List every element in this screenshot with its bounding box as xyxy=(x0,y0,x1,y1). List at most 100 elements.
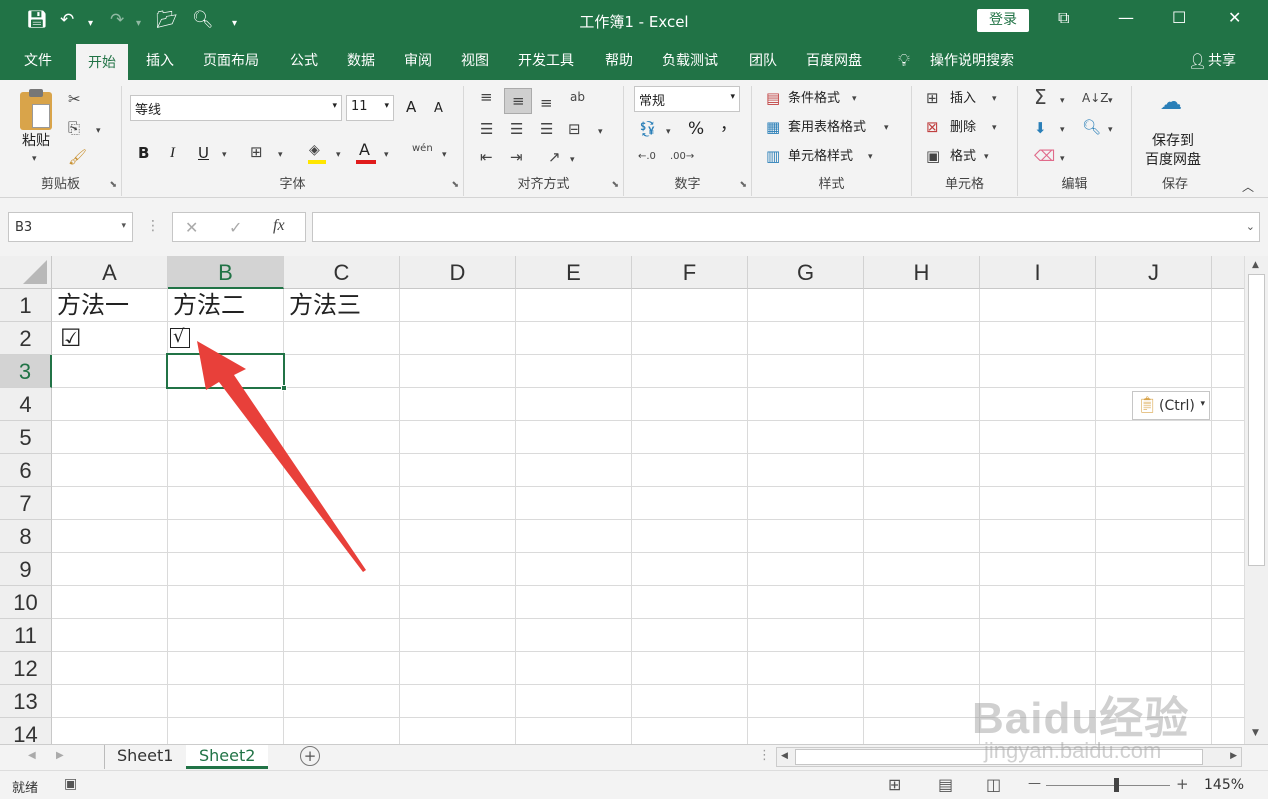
format-dropdown-icon[interactable]: ▾ xyxy=(984,148,989,166)
zoom-slider-thumb[interactable] xyxy=(1114,778,1119,792)
tab-file[interactable]: 文件 xyxy=(22,42,54,80)
orientation-dropdown-icon[interactable]: ▾ xyxy=(570,151,575,169)
underline-dropdown-icon[interactable]: ▾ xyxy=(222,146,227,164)
font-color-icon[interactable]: A xyxy=(356,140,376,164)
insert-cells-button[interactable]: 插入 xyxy=(950,90,976,108)
font-size-combo[interactable]: 11 ▾ xyxy=(346,95,394,121)
font-name-combo[interactable]: 等线 ▾ xyxy=(130,95,342,121)
page-break-view-icon[interactable]: ◫ xyxy=(986,775,1001,794)
zoom-out-button[interactable]: — xyxy=(1028,776,1041,791)
align-center-icon[interactable]: ☰ xyxy=(510,120,523,138)
underline-button[interactable]: U xyxy=(198,144,209,162)
font-color-dropdown-icon[interactable]: ▾ xyxy=(384,146,389,164)
clipboard-launcher-icon[interactable]: ⬊ xyxy=(109,180,117,190)
format-cells-button[interactable]: 格式 xyxy=(950,148,976,166)
sort-dropdown-icon[interactable]: ▾ xyxy=(1108,92,1113,110)
conditional-format-button[interactable]: 条件格式 xyxy=(788,90,840,108)
cut-icon[interactable]: ✂ xyxy=(68,90,81,108)
table-dropdown-icon[interactable]: ▾ xyxy=(884,119,889,137)
align-middle-button[interactable]: ≡ xyxy=(504,88,532,114)
zoom-level[interactable]: 145% xyxy=(1204,777,1244,793)
copy-dropdown-icon[interactable]: ▾ xyxy=(96,122,101,140)
macro-record-icon[interactable]: ▣ xyxy=(64,776,77,792)
copy-icon[interactable]: ⎘ xyxy=(68,119,80,137)
decrease-font-button[interactable]: A xyxy=(434,100,443,118)
increase-indent-icon[interactable]: ⇥ xyxy=(510,148,523,166)
scroll-down-icon[interactable]: ▼ xyxy=(1252,728,1259,738)
expand-formula-icon[interactable]: ⌄ xyxy=(1246,220,1255,233)
tab-data[interactable]: 数据 xyxy=(345,42,377,80)
tab-home[interactable]: 开始 xyxy=(76,44,128,80)
collapse-ribbon-icon[interactable]: ︿ xyxy=(1242,178,1254,196)
tab-insert[interactable]: 插入 xyxy=(144,42,176,80)
delete-cells-button[interactable]: 删除 xyxy=(950,119,976,137)
wrap-text-icon[interactable]: ab xyxy=(570,88,585,106)
paste-icon[interactable] xyxy=(20,89,52,130)
tab-developer[interactable]: 开发工具 xyxy=(516,42,576,80)
increase-font-button[interactable]: A xyxy=(406,98,416,116)
alignment-launcher-icon[interactable]: ⬊ xyxy=(611,180,619,190)
cell-styles-dropdown-icon[interactable]: ▾ xyxy=(868,148,873,166)
cell-styles-button[interactable]: 单元格样式 xyxy=(788,148,853,166)
scroll-up-icon[interactable]: ▲ xyxy=(1252,260,1259,270)
formula-input[interactable]: ⌄ xyxy=(312,212,1260,242)
name-box-dropdown-icon[interactable]: ▾ xyxy=(121,221,126,231)
share-button[interactable]: 共享 xyxy=(1206,42,1238,80)
delete-dropdown-icon[interactable]: ▾ xyxy=(992,119,997,137)
scroll-right-icon[interactable]: ▶ xyxy=(1230,751,1237,761)
font-size-dropdown-icon[interactable]: ▾ xyxy=(384,101,389,111)
page-layout-view-icon[interactable]: ▤ xyxy=(938,775,953,794)
cancel-formula-icon[interactable]: ✕ xyxy=(185,218,198,237)
number-format-dropdown-icon[interactable]: ▾ xyxy=(730,92,735,102)
align-left-icon[interactable]: ☰ xyxy=(480,120,493,138)
phonetic-dropdown-icon[interactable]: ▾ xyxy=(442,146,447,164)
insert-dropdown-icon[interactable]: ▾ xyxy=(992,90,997,108)
font-name-dropdown-icon[interactable]: ▾ xyxy=(332,101,337,111)
zoom-in-button[interactable]: + xyxy=(1176,775,1189,793)
accounting-format-icon[interactable]: 💱︎ xyxy=(638,120,657,138)
fill-color-dropdown-icon[interactable]: ▾ xyxy=(336,146,341,164)
clear-icon[interactable]: ⌫ xyxy=(1034,147,1055,165)
worksheet-grid[interactable]: A B C D E F G H I J 1 2 3 4 5 6 7 8 9 10… xyxy=(0,256,1244,744)
scroll-left-icon[interactable]: ◀ xyxy=(781,751,788,761)
merge-center-icon[interactable]: ⊟ xyxy=(568,120,581,138)
tab-team[interactable]: 团队 xyxy=(747,42,779,80)
align-right-icon[interactable]: ☰ xyxy=(540,120,553,138)
italic-button[interactable]: I xyxy=(170,144,175,162)
borders-icon[interactable]: ⊞ xyxy=(250,143,263,161)
tab-baidu-netdisk[interactable]: 百度网盘 xyxy=(804,42,864,80)
align-bottom-icon[interactable]: ≡ xyxy=(540,94,553,112)
number-launcher-icon[interactable]: ⬊ xyxy=(739,180,747,190)
fill-color-icon[interactable]: ◈ xyxy=(308,142,326,164)
login-button[interactable]: 登录 xyxy=(977,9,1029,32)
bold-button[interactable]: B xyxy=(138,144,149,162)
insert-function-icon[interactable]: fx xyxy=(273,217,285,235)
align-top-icon[interactable]: ≡ xyxy=(480,88,493,106)
paste-button[interactable]: 粘贴 xyxy=(22,132,50,150)
comma-button[interactable]: ， xyxy=(720,116,737,134)
tab-review[interactable]: 审阅 xyxy=(402,42,434,80)
ribbon-display-options-icon[interactable]: ⧉ xyxy=(1058,8,1069,28)
save-to-label[interactable]: 保存到 xyxy=(1152,132,1194,150)
maximize-icon[interactable]: ☐ xyxy=(1172,8,1186,27)
format-as-table-button[interactable]: 套用表格格式 xyxy=(788,119,866,137)
fill-dropdown-icon[interactable]: ▾ xyxy=(1060,121,1065,139)
percent-button[interactable]: % xyxy=(688,120,704,138)
baidu-netdisk-label[interactable]: 百度网盘 xyxy=(1145,151,1201,169)
decrease-indent-icon[interactable]: ⇤ xyxy=(480,148,493,166)
tab-view[interactable]: 视图 xyxy=(459,42,491,80)
merge-dropdown-icon[interactable]: ▾ xyxy=(598,123,603,141)
new-sheet-icon[interactable]: + xyxy=(300,746,320,766)
vertical-scrollbar[interactable]: ▲ ▼ xyxy=(1244,256,1268,744)
tab-load-test[interactable]: 负载测试 xyxy=(660,42,720,80)
autosum-dropdown-icon[interactable]: ▾ xyxy=(1060,92,1065,110)
next-sheet-icon[interactable]: ▶ xyxy=(56,750,64,761)
conditional-dropdown-icon[interactable]: ▾ xyxy=(852,90,857,108)
tab-page-layout[interactable]: 页面布局 xyxy=(201,42,261,80)
baidu-cloud-icon[interactable]: ☁ xyxy=(1160,92,1182,114)
enter-formula-icon[interactable]: ✓ xyxy=(229,218,242,237)
tab-formulas[interactable]: 公式 xyxy=(288,42,320,80)
phonetic-icon[interactable]: wén xyxy=(412,140,433,158)
format-painter-icon[interactable]: 🖌︎ xyxy=(68,148,87,166)
tab-split-handle-icon[interactable]: ⋮ xyxy=(758,748,771,763)
